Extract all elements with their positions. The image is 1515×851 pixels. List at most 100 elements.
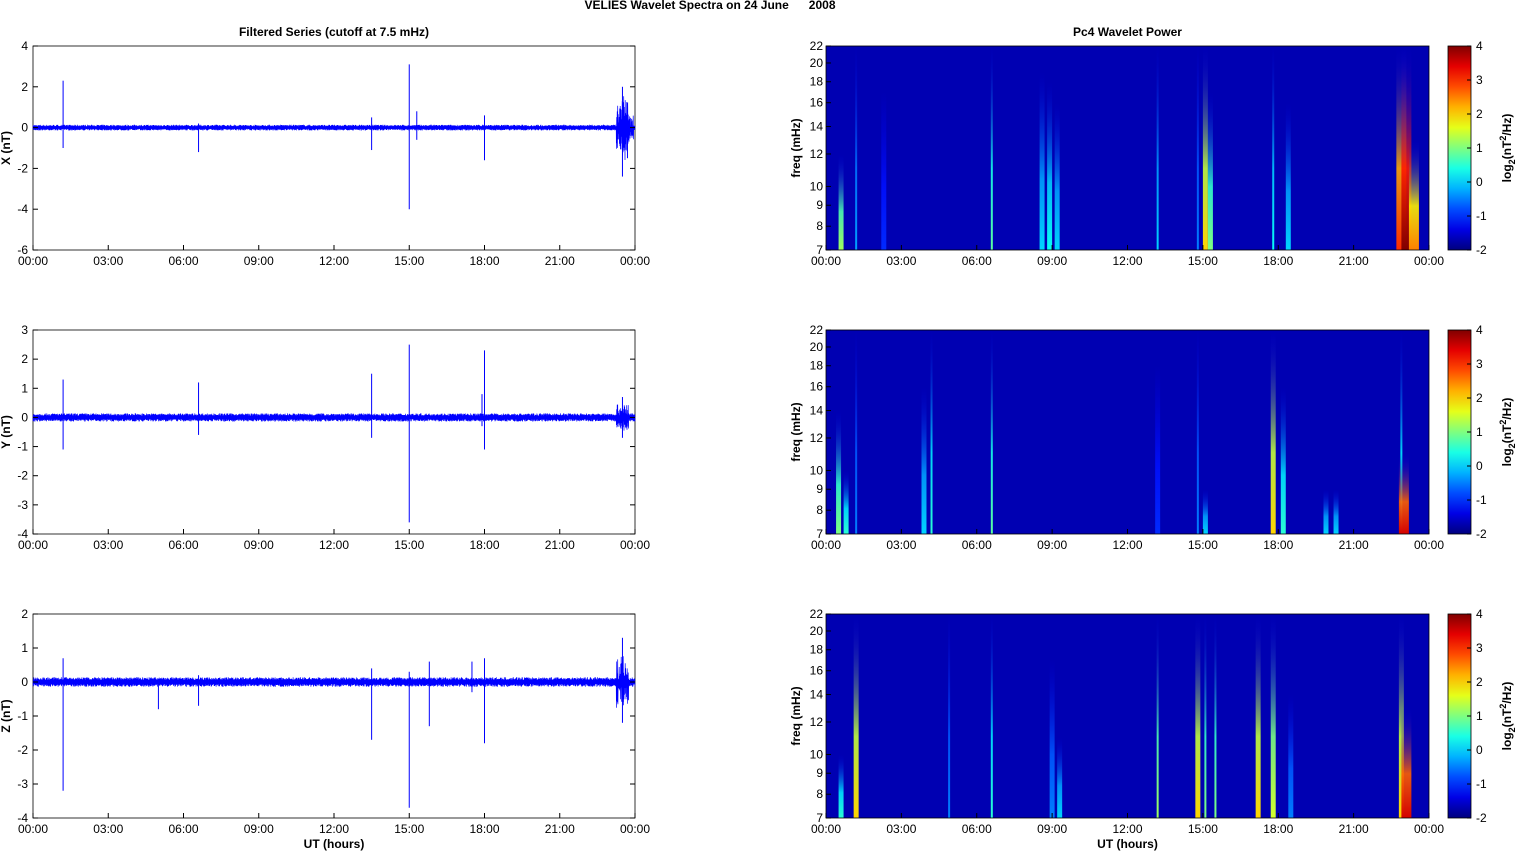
wavelet-panel: 78910121416182022-2-101234log2(nT2/Hz)00… xyxy=(789,323,1515,552)
colorbar-tick-label: 3 xyxy=(1476,357,1483,371)
wavelet-power-streak xyxy=(1401,707,1412,818)
colorbar-tick-label: -2 xyxy=(1476,527,1487,541)
x-tick-label: 12:00 xyxy=(1112,254,1142,268)
wavelet-power-streak xyxy=(1398,453,1409,534)
y-tick-label: -4 xyxy=(17,202,28,216)
y-tick-label: 3 xyxy=(21,323,28,337)
x-tick-label: 03:00 xyxy=(886,822,916,836)
colorbar-tick-label: 2 xyxy=(1476,107,1483,121)
x-tick-label: 00:00 xyxy=(18,538,48,552)
wavelet-power-streak xyxy=(1272,46,1275,250)
y-tick-label: 4 xyxy=(21,39,28,53)
y-tick-label: 16 xyxy=(810,664,824,678)
colorbar-tick-label: 4 xyxy=(1476,607,1483,621)
wavelet-power-streak xyxy=(1196,46,1199,250)
colorbar-tick-label: 3 xyxy=(1476,73,1483,87)
wavelet-power-streak xyxy=(838,754,844,818)
y-tick-label: 16 xyxy=(810,380,824,394)
x-tick-label: 03:00 xyxy=(886,538,916,552)
colorbar-tick-label: 1 xyxy=(1476,425,1483,439)
wavelet-power-streak xyxy=(838,153,844,250)
x-tick-label: 09:00 xyxy=(1037,822,1067,836)
wavelet-power-streak xyxy=(1054,102,1060,251)
wavelet-power-streak xyxy=(855,330,858,534)
y-tick-label: 0 xyxy=(21,121,28,135)
x-axis-label: UT (hours) xyxy=(304,837,365,851)
y-tick-label: 9 xyxy=(816,766,823,780)
x-tick-label: 09:00 xyxy=(244,538,274,552)
y-tick-label: 8 xyxy=(816,219,823,233)
y-axis-label: Y (nT) xyxy=(0,415,13,449)
y-tick-label: 18 xyxy=(810,359,824,373)
wavelet-power-streak xyxy=(855,46,858,250)
wavelet-panel: 78910121416182022-2-101234log2(nT2/Hz)00… xyxy=(789,607,1515,851)
y-tick-label: -1 xyxy=(17,440,28,454)
wavelet-power-streak xyxy=(990,330,993,534)
x-tick-label: 09:00 xyxy=(244,822,274,836)
y-tick-label: -2 xyxy=(17,469,28,483)
x-tick-label: 15:00 xyxy=(1188,822,1218,836)
wavelet-power-streak xyxy=(1280,386,1286,534)
y-tick-label: 8 xyxy=(816,787,823,801)
x-tick-label: 18:00 xyxy=(469,254,499,268)
x-tick-label: 15:00 xyxy=(1188,538,1218,552)
x-tick-label: 06:00 xyxy=(962,254,992,268)
wavelet-power-streak xyxy=(1156,46,1159,250)
y-tick-label: 12 xyxy=(810,431,824,445)
x-tick-label: 12:00 xyxy=(319,538,349,552)
colorbar-tick-label: 1 xyxy=(1476,141,1483,155)
wavelet-power-streak xyxy=(948,614,951,818)
y-tick-label: -2 xyxy=(17,743,28,757)
wavelet-power-streak xyxy=(1057,737,1063,818)
x-tick-label: 03:00 xyxy=(886,254,916,268)
x-tick-label: 21:00 xyxy=(545,822,575,836)
colorbar-tick-label: 4 xyxy=(1476,39,1483,53)
x-tick-label: 15:00 xyxy=(1188,254,1218,268)
wavelet-power-streak xyxy=(1255,614,1261,818)
wavelet-power-streak xyxy=(1214,614,1217,818)
x-tick-label: 06:00 xyxy=(168,822,198,836)
y-tick-label: 12 xyxy=(810,147,824,161)
x-tick-label: 15:00 xyxy=(394,822,424,836)
wavelet-power-streak xyxy=(1202,46,1208,250)
x-tick-label: 00:00 xyxy=(620,254,650,268)
x-tick-label: 03:00 xyxy=(93,822,123,836)
y-tick-label: 10 xyxy=(810,179,824,193)
y-axis-label: X (nT) xyxy=(0,131,13,165)
y-tick-label: 9 xyxy=(816,198,823,212)
x-tick-label: 09:00 xyxy=(1037,254,1067,268)
y-tick-label: 12 xyxy=(810,715,824,729)
spectrogram-background xyxy=(826,614,1429,818)
y-tick-label: 22 xyxy=(810,39,824,53)
wavelet-panel: Pc4 Wavelet Power78910121416182022-2-101… xyxy=(789,25,1515,268)
y-tick-label: 14 xyxy=(810,120,824,134)
x-tick-label: 00:00 xyxy=(1414,822,1444,836)
y-tick-label: 20 xyxy=(810,624,824,638)
x-tick-label: 21:00 xyxy=(1339,538,1369,552)
spectrogram-background xyxy=(826,330,1429,534)
y-tick-label: 10 xyxy=(810,463,824,477)
time-series-panel: -4-3-2-101200:00 03:00 06:00 09:00 12:00 15:0… xyxy=(0,607,650,851)
y-tick-label: 18 xyxy=(810,75,824,89)
spectrogram-background xyxy=(826,46,1429,250)
y-tick-label: 0 xyxy=(21,675,28,689)
colorbar-tick-label: 4 xyxy=(1476,323,1483,337)
y-tick-label: 1 xyxy=(21,641,28,655)
x-tick-label: 12:00 xyxy=(1112,538,1142,552)
wavelet-power-streak xyxy=(836,410,842,534)
x-tick-label: 21:00 xyxy=(1339,822,1369,836)
wavelet-power-streak xyxy=(881,91,887,250)
figure: Filtered Series (cutoff at 7.5 mHz)-6-4-… xyxy=(0,25,1515,851)
y-tick-label: 9 xyxy=(816,482,823,496)
x-tick-label: 06:00 xyxy=(168,254,198,268)
wavelet-power-streak xyxy=(1333,489,1339,534)
y-tick-label: 0 xyxy=(21,410,28,424)
wavelet-power-streak xyxy=(1039,72,1045,250)
x-tick-label: 18:00 xyxy=(1263,822,1293,836)
x-tick-label: 21:00 xyxy=(545,538,575,552)
wavelet-power-streak xyxy=(843,470,849,534)
x-axis-label: UT (hours) xyxy=(1097,837,1158,851)
x-tick-label: 09:00 xyxy=(244,254,274,268)
colorbar-tick-label: -1 xyxy=(1476,777,1487,791)
colorbar-tick-label: -2 xyxy=(1476,243,1487,257)
